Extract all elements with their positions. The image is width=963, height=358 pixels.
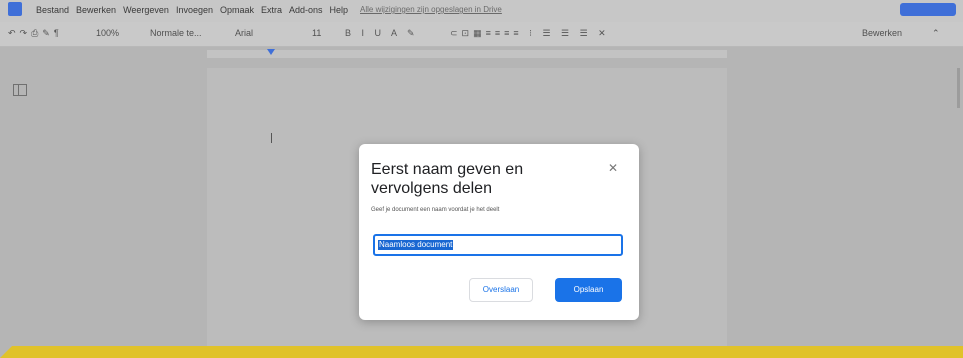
toolbar: ↶↷⎙✎¶ 100% Normale te... Arial 11 B I U … <box>0 22 963 47</box>
indent-marker-icon[interactable] <box>267 49 275 55</box>
menu-format[interactable]: Opmaak <box>220 5 254 15</box>
menu-items: Bestand Bewerken Weergeven Invoegen Opma… <box>36 5 348 15</box>
menu-tools[interactable]: Extra <box>261 5 282 15</box>
docs-logo-icon[interactable] <box>8 2 22 16</box>
share-button[interactable] <box>900 3 956 16</box>
style-select[interactable]: Normale te... <box>150 28 202 38</box>
document-name-value: Naamloos document <box>378 240 454 250</box>
name-before-share-dialog: Eerst naam geven en vervolgens delen ✕ G… <box>359 144 639 320</box>
dialog-title: Eerst naam geven en vervolgens delen <box>371 161 524 197</box>
band-notch <box>0 346 12 358</box>
dialog-subtitle: Geef je document een naam voordat je het… <box>371 207 500 213</box>
zoom-select[interactable]: 100% <box>96 28 119 38</box>
ruler[interactable] <box>207 49 727 58</box>
document-name-input[interactable]: Naamloos document <box>373 234 623 256</box>
menu-file[interactable]: Bestand <box>36 5 69 15</box>
undo-redo-print-icons[interactable]: ↶↷⎙✎¶ <box>8 28 63 39</box>
menu-view[interactable]: Weergeven <box>123 5 169 15</box>
save-button[interactable]: Opslaan <box>555 278 622 302</box>
collapse-toolbar-icon[interactable]: ⌃ <box>932 28 940 39</box>
text-cursor <box>271 133 272 143</box>
decorative-band <box>0 346 963 358</box>
font-select[interactable]: Arial <box>235 28 253 38</box>
font-size-select[interactable]: 11 <box>312 28 321 38</box>
menu-edit[interactable]: Bewerken <box>76 5 116 15</box>
insert-align-icons[interactable]: ⊂⊡▦≡≡≡≡ ⁝ ☰ ☰ ☰ ✕ <box>450 28 610 39</box>
save-status-link[interactable]: Alle wijzigingen zijn opgeslagen in Driv… <box>360 5 502 14</box>
skip-button[interactable]: Overslaan <box>469 278 533 302</box>
editing-mode-select[interactable]: Bewerken <box>862 28 902 38</box>
menu-bar: Bestand Bewerken Weergeven Invoegen Opma… <box>0 0 963 22</box>
close-icon[interactable]: ✕ <box>608 161 618 175</box>
format-icons[interactable]: B I U A ✎ <box>345 28 419 39</box>
menu-addons[interactable]: Add-ons <box>289 5 323 15</box>
scrollbar[interactable] <box>957 68 960 108</box>
menu-help[interactable]: Help <box>330 5 349 15</box>
outline-icon[interactable] <box>13 84 27 96</box>
menu-insert[interactable]: Invoegen <box>176 5 213 15</box>
